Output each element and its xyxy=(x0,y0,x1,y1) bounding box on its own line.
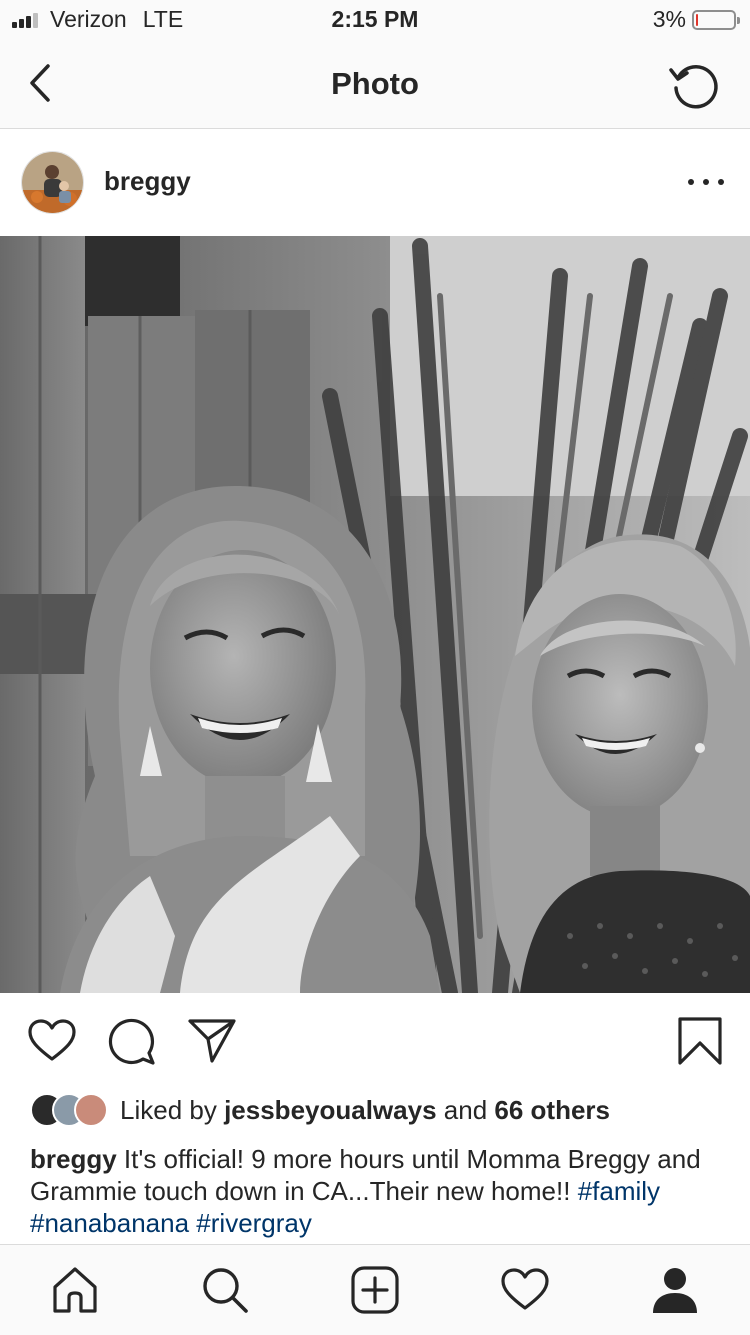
more-options-button[interactable] xyxy=(688,170,724,194)
caption-username[interactable]: breggy xyxy=(30,1144,117,1174)
navigation-bar: Photo xyxy=(0,40,750,129)
bookmark-icon xyxy=(678,1017,722,1065)
post-username[interactable]: breggy xyxy=(104,166,191,197)
profile-icon xyxy=(653,1268,697,1313)
comment-icon xyxy=(108,1018,155,1065)
more-dot xyxy=(718,179,724,185)
avatar-image xyxy=(22,152,83,213)
hashtag[interactable]: #family xyxy=(578,1176,660,1206)
likes-middle: and xyxy=(443,1094,488,1125)
page-title: Photo xyxy=(331,66,419,101)
likes-prefix: Liked by xyxy=(120,1094,217,1125)
likes-summary[interactable]: Liked by jessbeyoualways and 66 others xyxy=(30,1090,610,1130)
tab-profile[interactable] xyxy=(650,1265,700,1315)
liker-avatars xyxy=(30,1093,108,1127)
avatar xyxy=(74,1093,108,1127)
more-dot xyxy=(703,179,709,185)
status-bar: Verizon LTE 2:15 PM 3% xyxy=(0,0,750,40)
heart-icon xyxy=(28,1019,76,1061)
status-right: 3% xyxy=(652,6,740,33)
tab-new-post[interactable] xyxy=(350,1265,400,1315)
add-post-icon xyxy=(351,1266,399,1314)
likes-count[interactable]: 66 others xyxy=(494,1095,610,1126)
tab-activity[interactable] xyxy=(500,1265,550,1315)
clock: 2:15 PM xyxy=(331,6,419,32)
share-button[interactable] xyxy=(186,1015,238,1067)
post-header: breggy xyxy=(0,130,750,235)
home-icon xyxy=(53,1267,97,1313)
like-button[interactable] xyxy=(26,1015,78,1067)
save-button[interactable] xyxy=(674,1015,726,1067)
post-photo[interactable] xyxy=(0,236,750,993)
refresh-button[interactable] xyxy=(666,56,722,112)
activity-heart-icon xyxy=(501,1268,549,1310)
photo-image xyxy=(0,236,750,993)
avatar[interactable] xyxy=(21,151,84,214)
more-dot xyxy=(688,179,694,185)
comment-button[interactable] xyxy=(106,1015,158,1067)
tab-search[interactable] xyxy=(200,1265,250,1315)
search-icon xyxy=(203,1268,248,1313)
refresh-icon xyxy=(669,65,718,109)
hashtag[interactable]: #nanabanana xyxy=(30,1208,189,1238)
tab-bar xyxy=(0,1244,750,1335)
battery-percent: 3% xyxy=(652,6,686,32)
liker-username[interactable]: jessbeyoualways xyxy=(224,1095,436,1126)
tab-home[interactable] xyxy=(50,1265,100,1315)
battery-icon xyxy=(692,9,740,30)
hashtag[interactable]: #rivergray xyxy=(196,1208,312,1238)
post-actions xyxy=(0,993,750,1081)
paper-plane-icon xyxy=(188,1019,236,1063)
post-caption: breggy It's official! 9 more hours until… xyxy=(30,1143,720,1239)
